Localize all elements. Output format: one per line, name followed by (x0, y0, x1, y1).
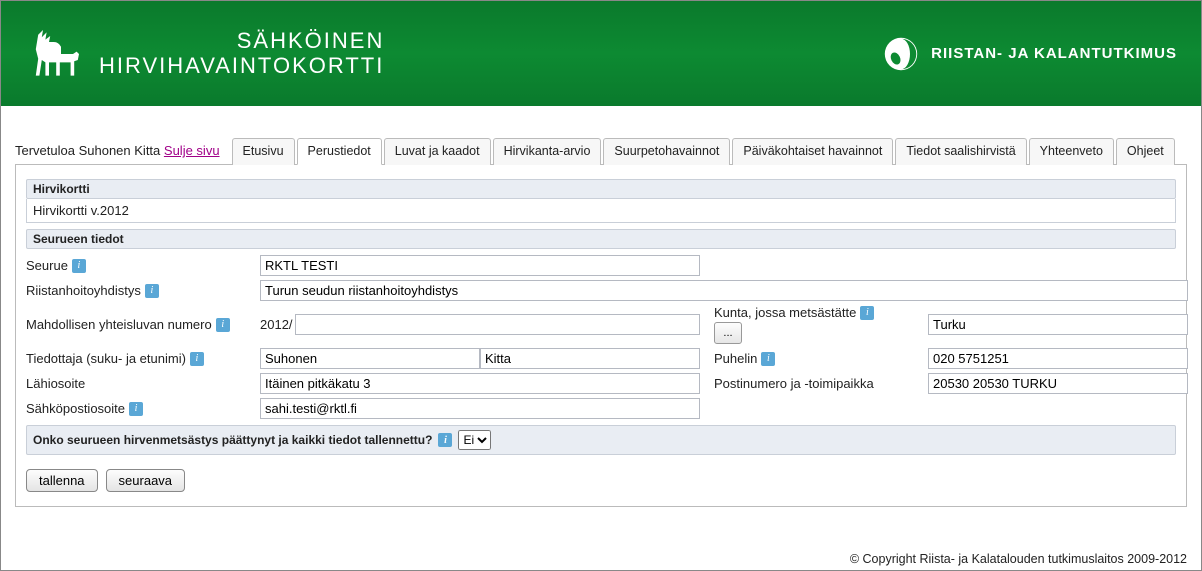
input-email[interactable] (260, 398, 700, 419)
section-seurue-head: Seurueen tiedot (26, 229, 1176, 249)
input-rhy[interactable] (260, 280, 1188, 301)
tab-ohjeet[interactable]: Ohjeet (1116, 138, 1175, 165)
label-postinumero: Postinumero ja -toimipaikka (714, 376, 914, 391)
label-kunta: Kunta, jossa metsästätte (714, 305, 856, 320)
welcome-text: Tervetuloa Suhonen Kitta Sulje sivu (15, 143, 226, 164)
info-icon[interactable]: i (145, 284, 159, 298)
footer-copyright: © Copyright Riista- ja Kalatalouden tutk… (850, 552, 1187, 566)
brand-right: RIISTAN- JA KALANTUTKIMUS (883, 36, 1177, 72)
section-hirvikortti-head: Hirvikortti (26, 179, 1176, 199)
info-icon[interactable]: i (860, 306, 874, 320)
moose-logo-icon (25, 24, 85, 84)
info-icon[interactable]: i (216, 318, 230, 332)
tab-row: Tervetuloa Suhonen Kitta Sulje sivu Etus… (15, 136, 1187, 165)
app-title-line1: SÄHKÖINEN (99, 29, 384, 53)
input-puhelin[interactable] (928, 348, 1188, 369)
tab-etusivu[interactable]: Etusivu (232, 138, 295, 165)
info-icon[interactable]: i (72, 259, 86, 273)
tab-panel: Hirvikortti Hirvikortti v.2012 Seurueen … (15, 165, 1187, 507)
label-rhy: Riistanhoitoyhdistys i (26, 283, 246, 298)
org-logo-icon (883, 36, 919, 72)
info-icon[interactable]: i (438, 433, 452, 447)
input-postinumero[interactable] (928, 373, 1188, 394)
label-yhteislupa: Mahdollisen yhteisluvan numero i (26, 317, 246, 332)
question-bar: Onko seurueen hirvenmetsästys päättynyt … (26, 425, 1176, 455)
label-puhelin: Puhelin i (714, 351, 914, 366)
brand-left: SÄHKÖINEN HIRVIHAVAINTOKORTTI (25, 24, 384, 84)
label-lahiosoite: Lähiosoite (26, 376, 246, 391)
input-yhteislupa[interactable] (295, 314, 700, 335)
form-grid: Seurue i Riistanhoitoyhdistys i Mahdolli… (26, 255, 1176, 419)
label-email: Sähköpostiosoite i (26, 401, 246, 416)
question-text: Onko seurueen hirvenmetsästys päättynyt … (33, 433, 432, 447)
next-button[interactable]: seuraava (106, 469, 185, 492)
tab-hirvikanta[interactable]: Hirvikanta-arvio (493, 138, 602, 165)
yhteislupa-prefix: 2012/ (260, 317, 295, 332)
info-icon[interactable]: i (761, 352, 775, 366)
input-sukunimi[interactable] (260, 348, 480, 369)
tiedottaja-pair (260, 348, 700, 369)
tabs: Etusivu Perustiedot Luvat ja kaadot Hirv… (232, 137, 1177, 164)
tab-luvat[interactable]: Luvat ja kaadot (384, 138, 491, 165)
info-icon[interactable]: i (129, 402, 143, 416)
section-hirvikortti-body: Hirvikortti v.2012 (26, 199, 1176, 223)
label-tiedottaja: Tiedottaja (suku- ja etunimi) i (26, 351, 246, 366)
info-icon[interactable]: i (190, 352, 204, 366)
kunta-browse-button[interactable]: ... (714, 322, 742, 344)
tab-suurpeto[interactable]: Suurpetohavainnot (603, 138, 730, 165)
input-kunta[interactable] (928, 314, 1188, 335)
app-title: SÄHKÖINEN HIRVIHAVAINTOKORTTI (99, 29, 384, 77)
tab-paiva[interactable]: Päiväkohtaiset havainnot (732, 138, 893, 165)
welcome-prefix: Tervetuloa (15, 143, 79, 158)
button-row: tallenna seuraava (26, 469, 1176, 492)
yhteislupa-wrap: 2012/ (260, 314, 700, 335)
input-lahiosoite[interactable] (260, 373, 700, 394)
question-select[interactable]: Ei (458, 430, 491, 450)
close-page-link[interactable]: Sulje sivu (164, 143, 220, 158)
tab-perustiedot[interactable]: Perustiedot (297, 138, 382, 165)
tab-saalis[interactable]: Tiedot saalishirvistä (895, 138, 1026, 165)
label-seurue: Seurue i (26, 258, 246, 273)
welcome-user: Suhonen Kitta (79, 143, 161, 158)
label-kunta-block: Kunta, jossa metsästätte i ... (714, 305, 914, 344)
input-seurue[interactable] (260, 255, 700, 276)
app-header: SÄHKÖINEN HIRVIHAVAINTOKORTTI RIISTAN- J… (1, 1, 1201, 106)
app-title-line2: HIRVIHAVAINTOKORTTI (99, 54, 384, 78)
save-button[interactable]: tallenna (26, 469, 98, 492)
org-name: RIISTAN- JA KALANTUTKIMUS (931, 45, 1177, 62)
tab-yhteenveto[interactable]: Yhteenveto (1029, 138, 1114, 165)
input-etunimi[interactable] (480, 348, 700, 369)
